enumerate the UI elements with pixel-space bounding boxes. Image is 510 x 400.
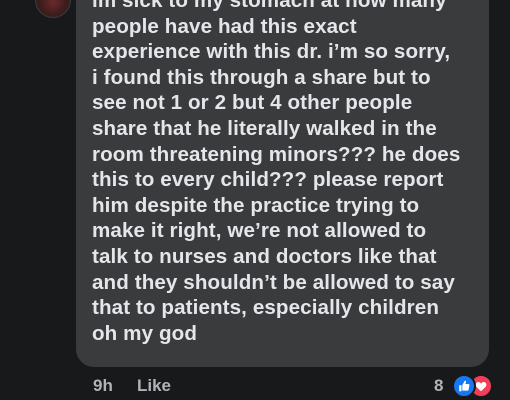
comment-line: room threatening minors??? he does (92, 142, 461, 166)
comment-line: and they shouldn’t be allowed to say (92, 270, 455, 294)
commenter-avatar[interactable] (35, 0, 71, 18)
reaction-count[interactable]: 8 (434, 376, 443, 396)
comment-line: i found this through a share but to (92, 65, 431, 89)
comment-line: people have had this exact (92, 14, 357, 38)
reaction-icons[interactable] (452, 374, 500, 398)
comment-line: see not 1 or 2 but 4 other people (92, 91, 413, 115)
comment-line: this to every child??? please report (92, 168, 444, 192)
comment-line: him despite the practice trying to (92, 193, 420, 217)
comment-line: experience with this dr. i’m so sorry, (92, 40, 451, 64)
comment-line: talk to nurses and doctors like that (92, 244, 437, 268)
like-icon (452, 374, 476, 398)
comment-timestamp[interactable]: 9h (93, 376, 113, 396)
comment-bubble: im sick to my stomach at how many people… (76, 0, 489, 367)
comment-footer: 9h Like 8 (0, 370, 510, 400)
like-button[interactable]: Like (137, 376, 171, 396)
comment-line: make it right, we’re not allowed to (92, 219, 427, 243)
comment-text: im sick to my stomach at how many people… (92, 0, 482, 346)
comment-line: share that he literally walked in the (92, 116, 437, 140)
comment-line: im sick to my stomach at how many (92, 0, 447, 12)
comment-line: that to patients, especially children (92, 296, 440, 320)
comment-line: oh my god (92, 321, 198, 345)
